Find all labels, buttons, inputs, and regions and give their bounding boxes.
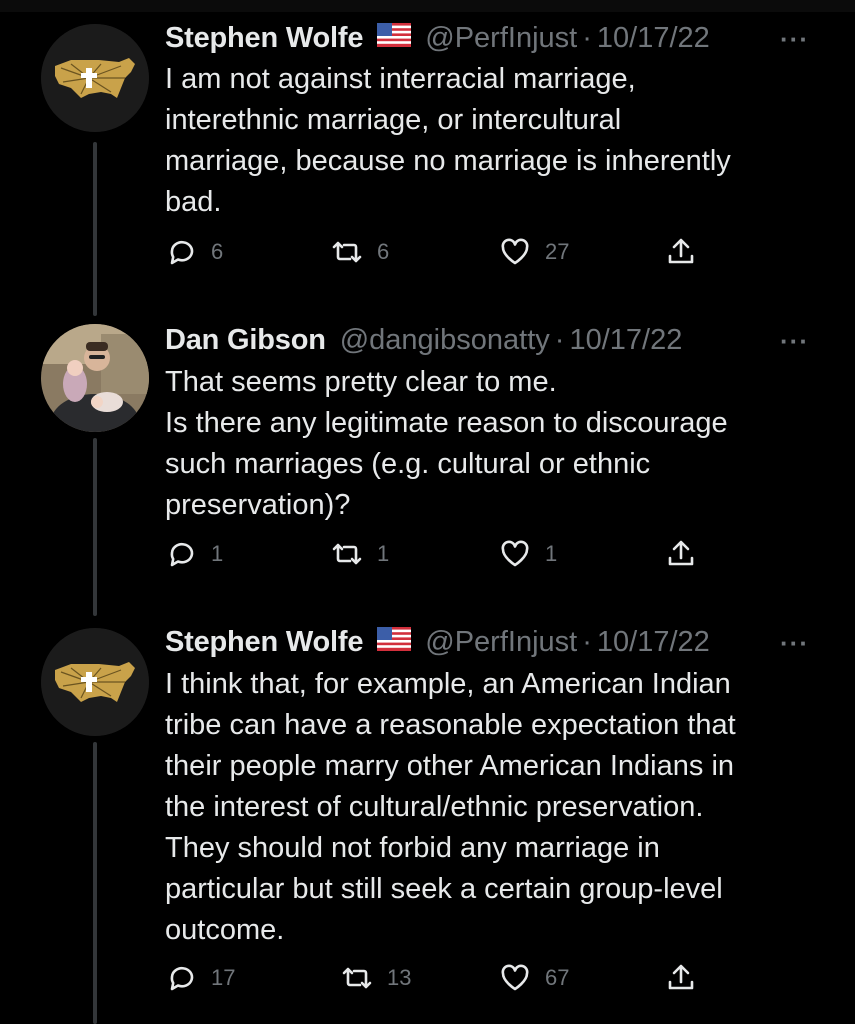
author-name[interactable]: Stephen Wolfe: [165, 626, 363, 659]
like-count: 1: [545, 541, 558, 566]
avatar[interactable]: [41, 324, 149, 432]
like-button[interactable]: 27: [499, 236, 569, 268]
heart-icon: [501, 540, 529, 567]
usa-map-cross-logo-icon: [41, 628, 149, 736]
tweet-text-line: They should not forbid any marriage in: [165, 832, 660, 864]
tweet-text-line: marriage, because no marriage is inheren…: [165, 145, 731, 177]
tweet-text: I am not against interracial marriage, i…: [165, 59, 825, 223]
more-options-icon[interactable]: ···: [780, 326, 809, 357]
like-count: 67: [545, 965, 570, 990]
separator-dot: ·: [582, 625, 592, 658]
avatar[interactable]: [41, 628, 149, 736]
author-name[interactable]: Stephen Wolfe: [165, 22, 363, 55]
share-icon: [668, 964, 694, 990]
reply-icon: [170, 966, 194, 991]
tweet-text-line: the interest of cultural/ethnic preserva…: [165, 791, 704, 823]
reply-count: 6: [211, 239, 224, 264]
tweet-actions: 17 13 67: [165, 962, 705, 1002]
profile-photo-icon: [41, 324, 149, 432]
tweet-date[interactable]: 10/17/22: [569, 324, 682, 357]
tweet-text-line: their people marry other American Indian…: [165, 750, 735, 782]
retweet-icon: [332, 543, 362, 565]
retweet-button[interactable]: 6: [331, 236, 389, 268]
thread-line: [93, 438, 97, 616]
thread-line: [93, 742, 97, 1024]
top-divider: [0, 0, 855, 12]
tweet-text-line: such marriages (e.g. cultural or ethnic: [165, 448, 651, 480]
tweet-text-line: bad.: [165, 186, 222, 218]
usa-map-cross-logo-icon: [41, 24, 149, 132]
us-flag-icon: [377, 626, 412, 659]
separator-dot: ·: [554, 323, 565, 356]
reply-count: 1: [211, 541, 224, 566]
tweet-date[interactable]: 10/17/22: [597, 22, 710, 55]
tweet-text-line: That seems pretty clear to me.: [165, 366, 557, 398]
more-options-icon[interactable]: ···: [780, 24, 809, 55]
more-options-icon[interactable]: ···: [780, 628, 809, 659]
retweet-count: 6: [377, 239, 390, 264]
tweet-text-line: I am not against interracial marriage,: [165, 63, 636, 95]
tweet-text: That seems pretty clear to me. Is there …: [165, 362, 825, 526]
tweet-actions: 1 1 1: [165, 538, 705, 578]
tweet-text-line: outcome.: [165, 914, 285, 946]
reply-count: 17: [211, 965, 236, 990]
tweet-text: I think that, for example, an American I…: [165, 664, 825, 951]
like-button[interactable]: 1: [499, 538, 557, 570]
tweet-date[interactable]: 10/17/22: [597, 626, 710, 659]
author-name[interactable]: Dan Gibson: [165, 324, 326, 357]
share-button[interactable]: [665, 962, 697, 994]
tweet-text-line: preservation)?: [165, 489, 351, 521]
author-handle[interactable]: @PerfInjust: [425, 626, 577, 659]
share-icon: [668, 540, 694, 566]
tweet-text-line: tribe can have a reasonable expectation …: [165, 709, 736, 741]
author-handle[interactable]: @dangibsonatty: [340, 324, 550, 357]
tweet-text-line: I think that, for example, an American I…: [165, 668, 731, 700]
us-flag-icon: [377, 22, 412, 55]
reply-button[interactable]: 6: [165, 236, 223, 268]
retweet-count: 1: [377, 541, 390, 566]
share-button[interactable]: [665, 538, 697, 570]
retweet-button[interactable]: 13: [341, 962, 411, 994]
avatar[interactable]: [41, 24, 149, 132]
thread-line: [93, 142, 97, 316]
heart-icon: [501, 238, 529, 265]
separator-dot: ·: [582, 21, 592, 54]
reply-icon: [170, 542, 194, 567]
reply-button[interactable]: 17: [165, 962, 235, 994]
retweet-count: 13: [387, 965, 412, 990]
share-icon: [668, 238, 694, 264]
tweet-text-line: interethnic marriage, or intercultural: [165, 104, 622, 136]
retweet-icon: [332, 241, 362, 263]
share-button[interactable]: [665, 236, 697, 268]
tweet-actions: 6 6 27: [165, 236, 705, 276]
like-count: 27: [545, 239, 570, 264]
tweet-text-line: Is there any legitimate reason to discou…: [165, 407, 728, 439]
reply-button[interactable]: 1: [165, 538, 223, 570]
tweet-text-line: particular but still seek a certain grou…: [165, 873, 723, 905]
reply-icon: [170, 240, 194, 265]
author-handle[interactable]: @PerfInjust: [425, 22, 577, 55]
heart-icon: [501, 964, 529, 991]
retweet-button[interactable]: 1: [331, 538, 389, 570]
retweet-icon: [342, 967, 372, 989]
like-button[interactable]: 67: [499, 962, 569, 994]
